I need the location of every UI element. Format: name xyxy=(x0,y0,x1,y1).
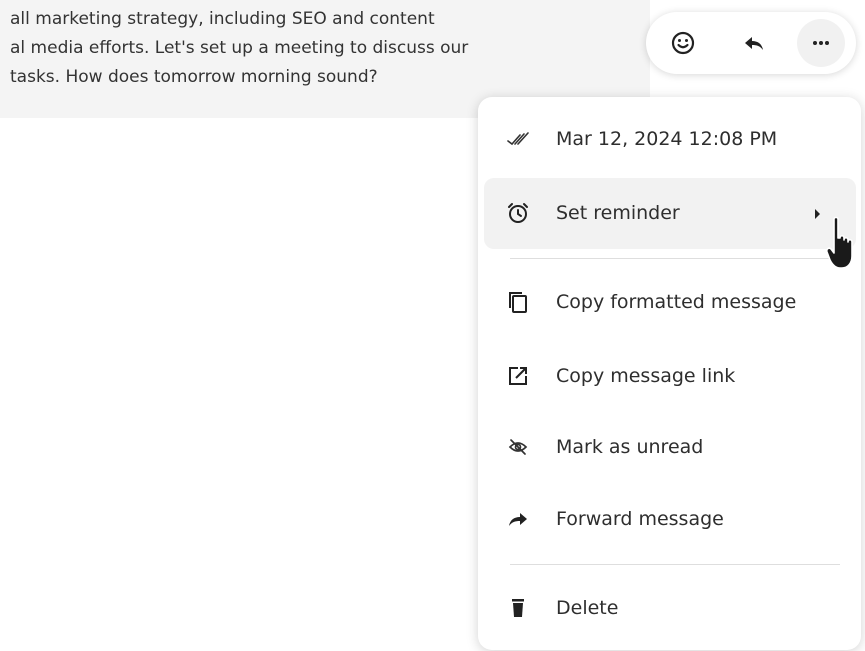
message-text: all marketing strategy, including SEO an… xyxy=(10,5,650,92)
message-context-menu: Mar 12, 2024 12:08 PM Set reminder Copy … xyxy=(478,97,861,650)
external-link-icon xyxy=(506,364,530,388)
reply-icon xyxy=(745,37,763,50)
menu-item-mark-as-unread[interactable]: Mark as unread xyxy=(484,412,856,483)
more-actions-button[interactable] xyxy=(797,19,845,67)
menu-item-delete[interactable]: Delete xyxy=(484,573,856,644)
forward-label: Forward message xyxy=(556,508,724,530)
copy-link-label: Copy message link xyxy=(556,365,736,387)
menu-item-timestamp: Mar 12, 2024 12:08 PM xyxy=(484,104,856,175)
menu-divider xyxy=(510,564,840,565)
message-line: tasks. How does tomorrow morning sound? xyxy=(10,67,378,87)
menu-item-copy-message-link[interactable]: Copy message link xyxy=(484,341,856,412)
message-line: al media efforts. Let's set up a meeting… xyxy=(10,38,469,58)
menu-item-set-reminder[interactable]: Set reminder xyxy=(484,178,856,249)
more-horizontal-icon xyxy=(813,41,829,45)
trash-icon xyxy=(506,596,530,620)
message-hover-toolbar xyxy=(646,12,856,74)
smile-icon xyxy=(671,31,695,55)
alarm-clock-icon xyxy=(506,201,530,225)
add-reaction-button[interactable] xyxy=(659,19,707,67)
copy-icon xyxy=(506,290,530,314)
delete-label: Delete xyxy=(556,597,619,619)
set-reminder-label: Set reminder xyxy=(556,202,680,224)
reply-button[interactable] xyxy=(730,19,778,67)
double-check-icon xyxy=(506,127,530,151)
menu-divider xyxy=(510,258,840,259)
timestamp-label: Mar 12, 2024 12:08 PM xyxy=(556,128,778,150)
copy-formatted-label: Copy formatted message xyxy=(556,291,797,313)
menu-item-forward-message[interactable]: Forward message xyxy=(484,484,856,555)
submenu-arrow-icon xyxy=(815,209,820,219)
mark-unread-label: Mark as unread xyxy=(556,436,704,458)
menu-item-copy-formatted-message[interactable]: Copy formatted message xyxy=(484,267,856,338)
message-line: all marketing strategy, including SEO an… xyxy=(10,9,435,29)
eye-off-icon xyxy=(506,435,530,459)
forward-arrow-icon xyxy=(506,507,530,531)
